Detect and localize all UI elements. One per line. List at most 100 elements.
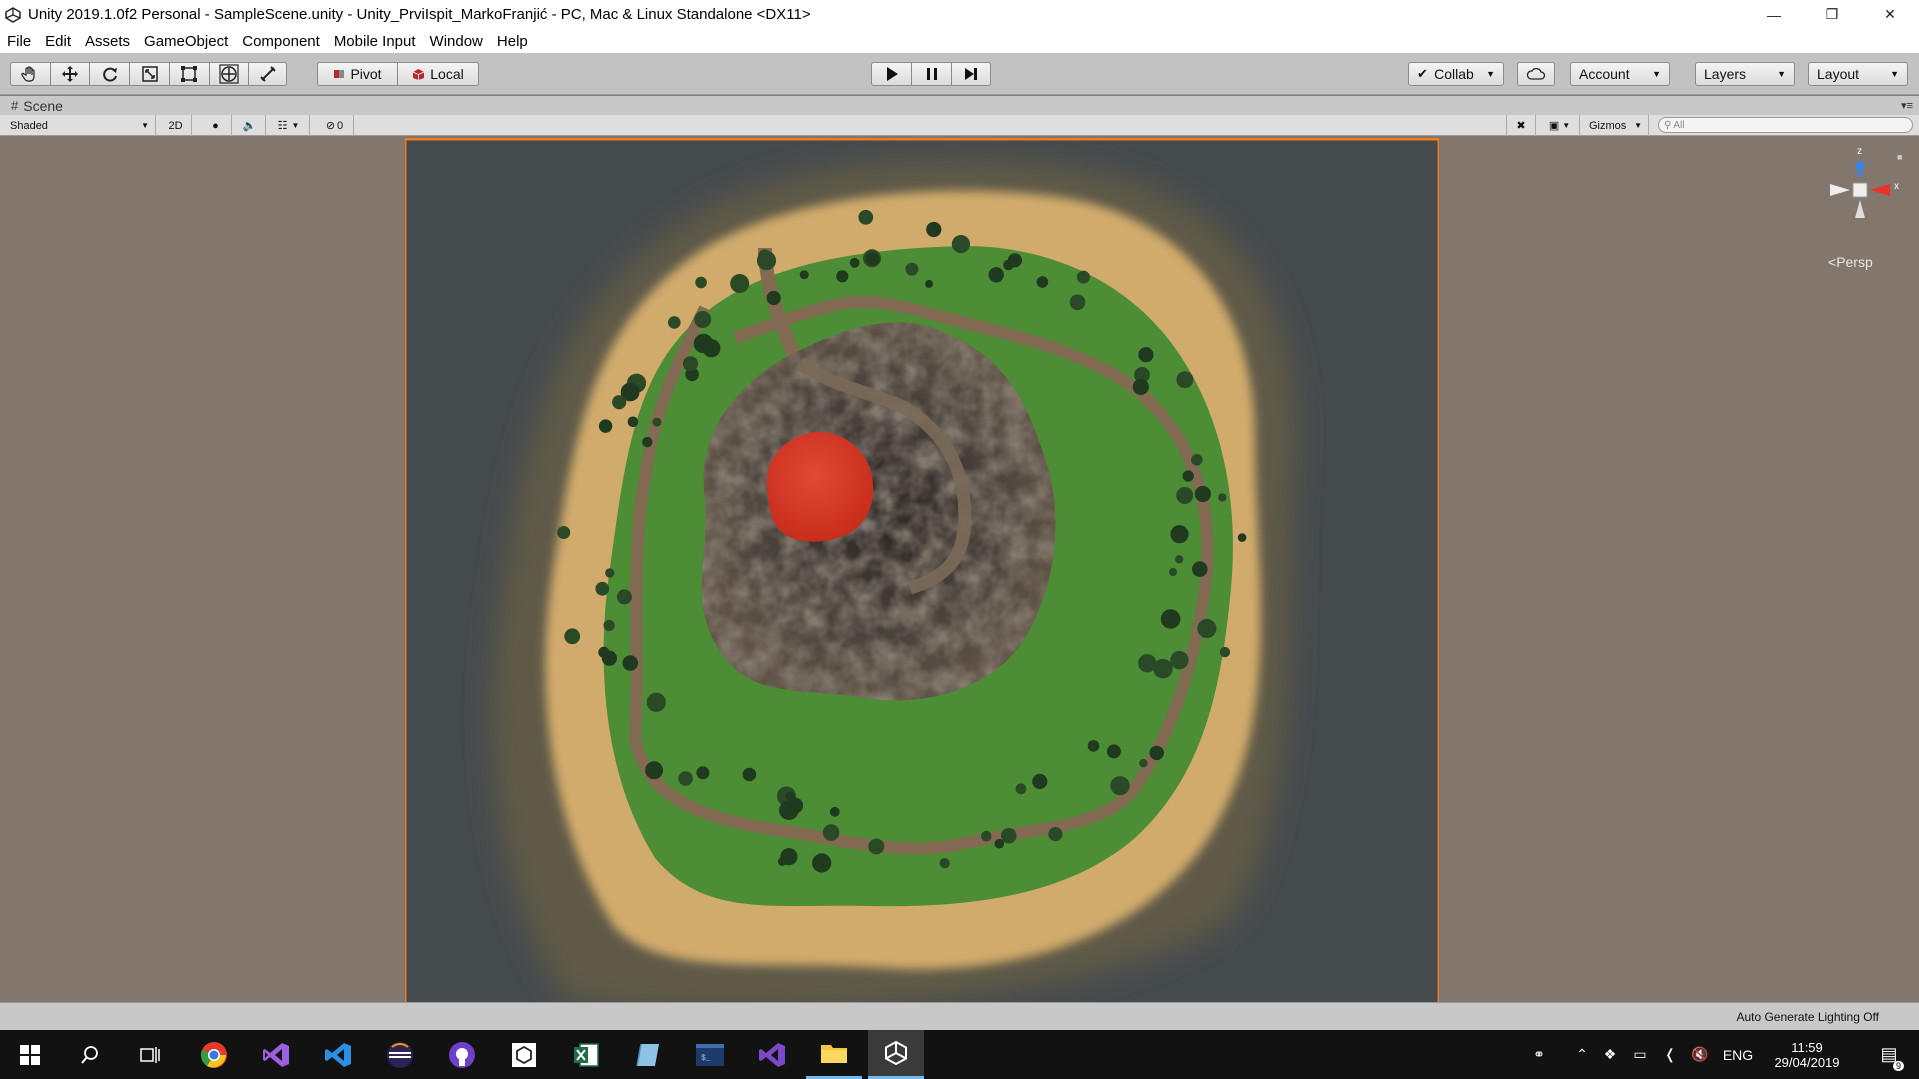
tree: [1036, 276, 1049, 288]
tree: [1192, 561, 1208, 577]
terrain-island[interactable]: [405, 138, 1439, 1002]
battery-tray[interactable]: ▭: [1626, 1030, 1654, 1079]
pivot-icon: [334, 70, 345, 78]
start-button[interactable]: [2, 1030, 58, 1079]
windows-taskbar: $_ ⚭ ⌃ ❖ ▭ ❬ 🔇 ENG 11:59 29/04/2019 ▤ 9: [0, 1030, 1919, 1079]
lighting-status[interactable]: Auto Generate Lighting Off: [1736, 1010, 1879, 1024]
clock[interactable]: 11:59 29/04/2019: [1762, 1030, 1852, 1079]
collab-dropdown[interactable]: ✔ Collab ▼: [1408, 62, 1504, 86]
play-button[interactable]: [872, 63, 912, 85]
unity-hub-app[interactable]: [496, 1030, 552, 1079]
gizmos-dropdown[interactable]: Gizmos ▼: [1583, 115, 1649, 136]
menu-component[interactable]: Component: [235, 33, 327, 50]
tree: [1032, 773, 1048, 790]
windows-logo-icon: [20, 1044, 40, 1065]
tree: [1132, 378, 1149, 395]
eclipse-app[interactable]: [372, 1030, 428, 1079]
menu-gameobject[interactable]: GameObject: [137, 33, 235, 50]
visual-studio-alt-app[interactable]: [744, 1030, 800, 1079]
dropdown-arrow-icon: ▼: [1634, 121, 1642, 130]
scene-grid-icon: #: [11, 98, 19, 113]
menu-assets[interactable]: Assets: [78, 33, 137, 50]
dropbox-tray[interactable]: ❖: [1596, 1030, 1624, 1079]
file-explorer-app[interactable]: [806, 1030, 862, 1079]
unity-app[interactable]: [868, 1030, 924, 1079]
account-label: Account: [1579, 66, 1630, 82]
tree: [1015, 783, 1027, 795]
people-button[interactable]: ⚭: [1522, 1030, 1556, 1079]
pause-icon: [926, 68, 937, 80]
tree: [777, 857, 787, 866]
show-hidden-icons-button[interactable]: ⌃: [1568, 1030, 1596, 1079]
minimize-button[interactable]: —: [1745, 0, 1803, 29]
chrome-icon: [200, 1041, 227, 1068]
scene-tools-button[interactable]: ✖: [1506, 115, 1536, 136]
visual-studio-app[interactable]: [248, 1030, 304, 1079]
local-button[interactable]: Local: [398, 63, 478, 85]
tree: [668, 316, 681, 329]
layers-label: Layers: [1704, 66, 1747, 82]
menu-window[interactable]: Window: [423, 33, 490, 50]
orientation-gizmo[interactable]: z x ■: [1815, 146, 1905, 240]
notes-app[interactable]: [620, 1030, 676, 1079]
excel-app[interactable]: [558, 1030, 614, 1079]
tree: [1087, 740, 1100, 752]
language-indicator[interactable]: ENG: [1718, 1030, 1758, 1079]
hidden-count: 0: [337, 119, 344, 132]
projection-toggle[interactable]: <Persp: [1828, 254, 1873, 270]
scale-tool-button[interactable]: [130, 63, 170, 85]
rotate-tool-button[interactable]: [90, 63, 131, 85]
hidden-objects-toggle[interactable]: ⊘ 0: [316, 115, 354, 136]
move-tool-button[interactable]: [51, 63, 91, 85]
camera-dropdown[interactable]: ▣ ▼: [1540, 115, 1580, 136]
layers-dropdown[interactable]: Layers ▼: [1695, 62, 1795, 86]
panel-menu-icon[interactable]: ▾≡: [1901, 99, 1913, 112]
rect-tool-button[interactable]: [170, 63, 210, 85]
pivot-button[interactable]: Pivot: [318, 63, 398, 85]
speaker-icon: 🔈: [242, 120, 257, 132]
layout-dropdown[interactable]: Layout ▼: [1808, 62, 1908, 86]
close-button[interactable]: ✕: [1861, 0, 1919, 29]
audio-toggle[interactable]: 🔈: [234, 115, 266, 136]
wifi-tray[interactable]: ❬: [1656, 1030, 1684, 1079]
pivot-label: Pivot: [350, 66, 382, 82]
search-placeholder: All: [1673, 119, 1685, 131]
tree: [988, 267, 1004, 283]
menu-mobile-input[interactable]: Mobile Input: [327, 33, 423, 50]
scene-tab[interactable]: Scene: [23, 98, 63, 114]
action-center-button[interactable]: ▤ 9: [1866, 1030, 1912, 1079]
menu-edit[interactable]: Edit: [38, 33, 78, 50]
dropbox-icon: ❖: [1603, 1046, 1617, 1062]
hand-tool-button[interactable]: [11, 63, 51, 85]
toggle-2d-label: 2D: [168, 119, 183, 132]
lock-icon[interactable]: ■: [1897, 152, 1902, 162]
cloud-button[interactable]: [1517, 62, 1555, 86]
shading-mode-dropdown[interactable]: Shaded ▼: [4, 115, 156, 136]
terminal-app[interactable]: $_: [682, 1030, 738, 1079]
wifi-icon: ❬: [1664, 1046, 1676, 1062]
dropdown-arrow-icon: ▼: [1777, 69, 1786, 79]
account-inner: Account ▼: [1571, 63, 1669, 85]
chrome-app[interactable]: [186, 1030, 242, 1079]
toggle-2d-button[interactable]: 2D: [160, 115, 192, 136]
github-desktop-app[interactable]: [434, 1030, 490, 1079]
custom-tool-button[interactable]: [249, 63, 286, 85]
effects-dropdown[interactable]: ☷ ▼: [268, 115, 310, 136]
scene-viewport[interactable]: z x ■ <Persp: [0, 136, 1919, 1002]
volume-tray[interactable]: 🔇: [1686, 1030, 1714, 1079]
tree: [1170, 525, 1189, 544]
scene-search-input[interactable]: ⚲ All: [1658, 117, 1913, 133]
task-view-button[interactable]: [122, 1030, 178, 1079]
account-dropdown[interactable]: Account ▼: [1570, 62, 1670, 86]
lighting-toggle[interactable]: ●: [200, 115, 232, 136]
menu-file[interactable]: File: [0, 33, 38, 50]
menu-help[interactable]: Help: [490, 33, 535, 50]
tree: [682, 356, 699, 372]
transform-tool-button[interactable]: [210, 63, 250, 85]
search-button[interactable]: [62, 1030, 118, 1079]
pause-button[interactable]: [912, 63, 952, 85]
vscode-app[interactable]: [310, 1030, 366, 1079]
step-button[interactable]: [952, 63, 990, 85]
restore-button[interactable]: ❐: [1803, 0, 1861, 29]
tree: [1170, 650, 1189, 670]
